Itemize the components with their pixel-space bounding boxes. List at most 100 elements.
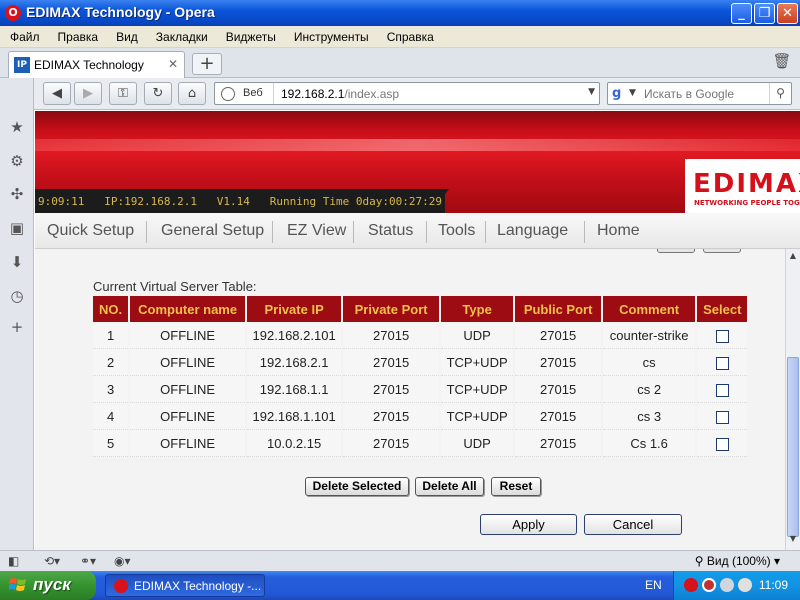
nav-quick-setup[interactable]: Quick Setup [47, 222, 134, 240]
search-input[interactable] [642, 85, 766, 102]
opera-task-icon [114, 579, 128, 593]
cell-comment: counter-strike [603, 322, 696, 349]
nav-general-setup[interactable]: General Setup [161, 222, 264, 240]
menu-edit[interactable]: Правка [48, 26, 107, 44]
bookmarks-panel-icon[interactable]: ★ [8, 118, 26, 136]
menu-view[interactable]: Вид [106, 26, 146, 44]
taskbar-item-opera[interactable]: EDIMAX Technology -... [105, 574, 265, 597]
cell-private-port: 27015 [343, 403, 440, 430]
cell-type: UDP [441, 322, 514, 349]
opera-tray-icon[interactable] [684, 578, 698, 592]
scroll-down-icon[interactable]: ▼ [786, 534, 800, 548]
zoom-level[interactable]: ⚲ Вид (100%) ▾ [695, 554, 780, 568]
back-button[interactable]: ◀ [43, 82, 71, 105]
select-checkbox[interactable] [715, 329, 729, 343]
tab-edimax[interactable]: IP EDIMAX Technology ✕ [8, 51, 185, 78]
cell-private-port: 27015 [343, 376, 440, 403]
wand-key-icon[interactable]: ⚿ [109, 82, 137, 105]
cell-no: 2 [93, 349, 129, 376]
menu-tools[interactable]: Инструменты [284, 26, 377, 44]
col-comment: Comment [603, 296, 696, 322]
select-checkbox[interactable] [715, 356, 729, 370]
scrollbar-thumb[interactable] [787, 357, 799, 537]
transfers-fan-icon[interactable]: ✣ [8, 185, 26, 203]
window-title-bar: O EDIMAX Technology - Opera _ ❐ ✕ [0, 0, 800, 26]
cell-private-port: 27015 [343, 322, 440, 349]
tab-close-icon[interactable]: ✕ [168, 57, 178, 71]
downloads-icon[interactable]: ⬇ [8, 253, 26, 271]
windows-taskbar: пуск EDIMAX Technology -... EN 11:09 [0, 571, 800, 600]
cell-private-ip: 192.168.2.1 [247, 349, 342, 376]
search-engine-dropdown-icon[interactable]: ▼ [629, 88, 636, 98]
col-computer-name: Computer name [130, 296, 246, 322]
nav-ez-view[interactable]: EZ View [287, 222, 346, 240]
cell-computer: OFFLINE [130, 376, 246, 403]
cell-select [697, 322, 748, 349]
col-type: Type [441, 296, 514, 322]
start-label: пуск [33, 575, 71, 594]
url-dropdown-icon[interactable]: ▼ [588, 87, 595, 97]
cell-comment: cs [603, 349, 696, 376]
apply-button[interactable]: Apply [480, 514, 577, 535]
zoom-magnifier-icon: ⚲ [694, 554, 707, 568]
page-scrollbar[interactable]: ▲ ▼ [785, 249, 800, 550]
notes-icon[interactable]: ▣ [8, 219, 26, 237]
unite-icon[interactable]: ⚭▾ [80, 554, 96, 568]
google-search-icon[interactable]: g [612, 86, 628, 102]
nav-status[interactable]: Status [368, 222, 413, 240]
select-checkbox[interactable] [715, 437, 729, 451]
language-indicator[interactable]: EN [645, 578, 662, 592]
cell-private-ip: 10.0.2.15 [247, 430, 342, 457]
scroll-up-icon[interactable]: ▲ [786, 251, 800, 265]
cell-computer: OFFLINE [130, 403, 246, 430]
nav-language[interactable]: Language [497, 222, 568, 240]
cell-public-port: 27015 [515, 430, 602, 457]
antivirus-tray-icon[interactable] [702, 578, 716, 592]
delete-all-button[interactable]: Delete All [415, 477, 484, 496]
edimax-logo: EDIMAX [693, 169, 800, 199]
cell-type: TCP+UDP [441, 403, 514, 430]
select-checkbox[interactable] [715, 383, 729, 397]
minimize-button[interactable]: _ [731, 3, 752, 24]
col-private-ip: Private IP [247, 296, 342, 322]
nav-home[interactable]: Home [597, 222, 640, 240]
search-box: g ▼ ⚲ [607, 82, 792, 105]
history-clock-icon[interactable]: ◷ [8, 287, 26, 305]
table-row: 1 OFFLINE 192.168.2.101 27015 UDP 27015 … [93, 322, 748, 349]
close-window-button[interactable]: ✕ [777, 3, 798, 24]
forward-button[interactable]: ▶ [74, 82, 102, 105]
menu-help[interactable]: Справка [377, 26, 442, 44]
search-magnifier-icon[interactable]: ⚲ [769, 83, 791, 104]
nav-tools[interactable]: Tools [438, 222, 475, 240]
nav-divider [584, 221, 585, 243]
reload-button[interactable]: ↻ [144, 82, 172, 105]
select-checkbox[interactable] [715, 410, 729, 424]
virtual-server-table: NO. Computer name Private IP Private Por… [91, 296, 749, 457]
reset-button[interactable]: Reset [491, 477, 541, 496]
network-tray-icon[interactable] [720, 578, 734, 592]
globe-icon [221, 87, 235, 101]
turbo-icon[interactable]: ⟲▾ [44, 554, 60, 568]
trash-icon[interactable]: 🗑 [772, 52, 792, 74]
virtual-server-panel: Current Virtual Server Table: NO. Comput… [35, 249, 785, 550]
panel-toggle-icon[interactable]: ◧ [8, 554, 19, 568]
volume-tray-icon[interactable] [738, 578, 752, 592]
delete-selected-button[interactable]: Delete Selected [305, 477, 409, 496]
home-button[interactable]: ⌂ [178, 82, 206, 105]
menu-bookmarks[interactable]: Закладки [146, 26, 216, 44]
new-tab-button[interactable]: + [192, 53, 222, 75]
cancel-button[interactable]: Cancel [584, 514, 682, 535]
widgets-gear-icon[interactable]: ⚙ [8, 152, 26, 170]
url-field[interactable]: Веб 192.168.2.1/index.asp ▼ [214, 82, 600, 105]
table-row: 2 OFFLINE 192.168.2.1 27015 TCP+UDP 2701… [93, 349, 748, 376]
unite-status-icon[interactable]: ◉▾ [114, 554, 131, 568]
menu-widgets[interactable]: Виджеты [216, 26, 284, 44]
restore-button[interactable]: ❐ [754, 3, 775, 24]
menu-file[interactable]: Файл [0, 26, 48, 44]
clock: 11:09 [758, 578, 788, 592]
cell-comment: cs 2 [603, 376, 696, 403]
start-button[interactable]: пуск [0, 571, 96, 600]
add-panel-icon[interactable]: + [8, 318, 26, 336]
edimax-favicon-icon: IP [14, 57, 30, 73]
url-host: 192.168.2.1 [281, 87, 345, 101]
